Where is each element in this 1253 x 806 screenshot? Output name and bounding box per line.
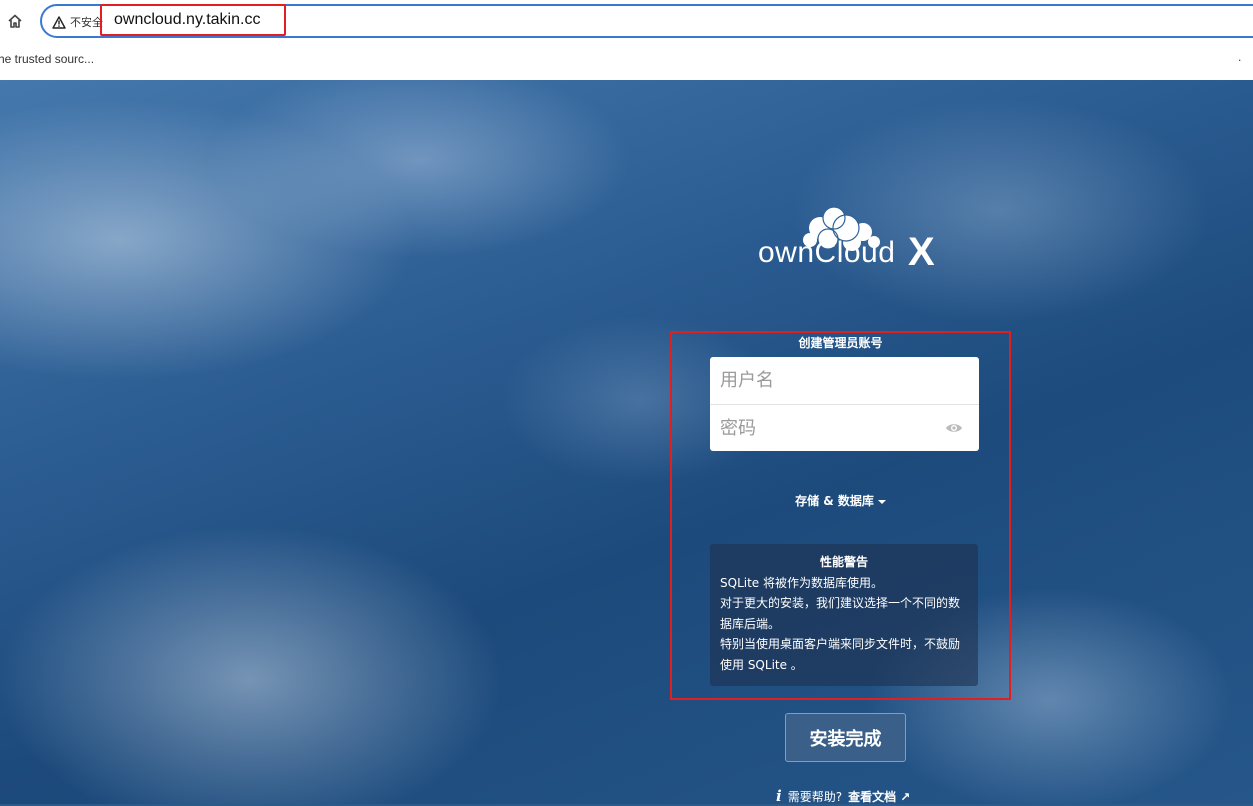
logo-text: ownCloud bbox=[758, 236, 896, 269]
password-field-wrap bbox=[710, 404, 979, 451]
bookmark-item[interactable]: he trusted sourc... bbox=[0, 52, 94, 66]
username-input[interactable] bbox=[710, 357, 979, 404]
finish-setup-button[interactable]: 安装完成 bbox=[785, 713, 906, 762]
form-legend: 创建管理员账号 bbox=[798, 336, 883, 350]
help-prompt: 需要帮助? bbox=[787, 789, 843, 804]
earth-background bbox=[0, 80, 1253, 804]
owncloud-logo: ownCloud X bbox=[752, 200, 942, 280]
caret-down-icon bbox=[877, 499, 886, 504]
security-label: 不安全 bbox=[70, 16, 103, 29]
address-bar[interactable]: 不安全 owncloud.ny.takin.cc bbox=[40, 4, 1253, 38]
password-input[interactable] bbox=[710, 405, 979, 451]
url-text[interactable]: owncloud.ny.takin.cc bbox=[100, 4, 286, 36]
home-icon[interactable] bbox=[4, 8, 26, 34]
documentation-link[interactable]: 查看文档 ↗ bbox=[848, 788, 910, 805]
logo-suffix: X bbox=[908, 230, 935, 274]
admin-fields bbox=[710, 357, 979, 451]
warning-line: 特别当使用桌面客户端来同步文件时，不鼓励使用 SQLite 。 bbox=[720, 637, 961, 672]
performance-warning: 性能警告 SQLite 将被作为数据库使用。 对于更大的安装，我们建议选择一个不… bbox=[710, 544, 978, 686]
warning-icon bbox=[52, 15, 66, 29]
show-password-icon[interactable] bbox=[945, 420, 963, 436]
username-field-wrap bbox=[710, 357, 979, 404]
warning-line: SQLite 将被作为数据库使用。 bbox=[720, 575, 883, 590]
help-row: i 需要帮助? 查看文档 ↗ bbox=[776, 786, 910, 806]
info-icon: i bbox=[776, 787, 782, 805]
warning-line: 对于更大的安装，我们建议选择一个不同的数据库后端。 bbox=[720, 596, 961, 631]
warning-title: 性能警告 bbox=[819, 555, 868, 569]
storage-database-toggle[interactable]: 存储 & 数据库 bbox=[670, 492, 1011, 509]
storage-toggle-label: 存储 & 数据库 bbox=[795, 494, 874, 508]
security-indicator[interactable]: 不安全 bbox=[52, 12, 103, 32]
bookmark-extra: . bbox=[1238, 50, 1242, 64]
browser-chrome: 不安全 owncloud.ny.takin.cc he trusted sour… bbox=[0, 0, 1253, 81]
